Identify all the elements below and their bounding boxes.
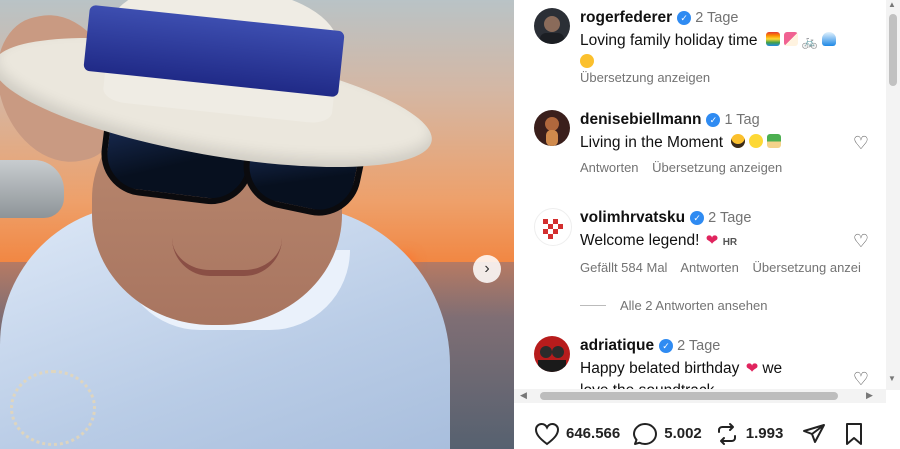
rainbow-flag-emoji: [765, 32, 780, 46]
view-replies-label: Alle 2 Antworten ansehen: [620, 298, 768, 313]
username[interactable]: adriatique: [580, 337, 654, 354]
sunglasses-emoji: [731, 134, 746, 148]
scroll-down-arrow-icon[interactable]: ▼: [888, 374, 896, 383]
like-button[interactable]: 646.566: [534, 422, 620, 446]
avatar[interactable]: [534, 8, 570, 44]
likes-count[interactable]: Gefällt 584 Mal: [580, 260, 667, 275]
likes-count: 646.566: [566, 425, 621, 442]
timestamp[interactable]: 2 Tage: [695, 10, 738, 26]
comment-bubble-icon: [633, 422, 658, 445]
chevron-right-icon: ›: [484, 260, 490, 277]
username[interactable]: rogerfederer: [580, 9, 672, 26]
like-comment-heart-icon[interactable]: ♡: [852, 134, 870, 152]
reposts-count: 1.993: [745, 425, 784, 442]
comments-panel: rogerfederer ✓ 2 Tage Loving family holida…: [514, 0, 900, 449]
comment-text: Welcome legend!: [580, 232, 700, 249]
avatar[interactable]: [534, 208, 572, 246]
view-replies-link[interactable]: Alle 2 Antworten ansehen: [580, 298, 767, 313]
reply-link[interactable]: Antworten: [580, 160, 639, 175]
timestamp[interactable]: 2 Tage: [708, 210, 751, 226]
sun-emoji: [749, 134, 764, 148]
scroll-left-arrow-icon[interactable]: ◀: [520, 390, 527, 401]
verified-badge-icon: ✓: [706, 113, 721, 127]
heart-icon: [534, 422, 560, 445]
next-image-button[interactable]: ›: [473, 255, 501, 283]
timestamp[interactable]: 2 Tage: [677, 338, 720, 354]
username[interactable]: denisebiellmann: [580, 111, 701, 128]
bookmark-icon: [846, 422, 863, 445]
comment-text: Happy belated birthday: [580, 360, 740, 377]
horizontal-scroll-thumb[interactable]: [540, 392, 838, 400]
comment-button[interactable]: 5.002: [632, 422, 702, 446]
divider: [580, 305, 606, 306]
like-comment-heart-icon[interactable]: ♡: [852, 232, 870, 250]
verified-badge-icon: ✓: [677, 11, 692, 25]
comments-count: 5.002: [664, 425, 702, 442]
avatar[interactable]: [534, 110, 570, 146]
comment-text: Loving family holiday time: [580, 32, 758, 49]
translate-link[interactable]: Übersetzung anzei: [753, 260, 861, 275]
heart-emoji: ❤: [705, 232, 719, 249]
translate-link[interactable]: Übersetzung anzeigen: [580, 70, 710, 85]
repost-button[interactable]: 1.993: [714, 422, 784, 446]
heart-emoji: ❤: [745, 360, 759, 377]
horizontal-scrollbar[interactable]: ◀ ▶: [514, 389, 886, 403]
comment-text-suffix: we: [762, 360, 783, 377]
bicycle-emoji: 🚲: [801, 34, 818, 49]
timestamp[interactable]: 1 Tag: [724, 112, 759, 128]
beach-umbrella-emoji: [783, 32, 798, 46]
send-paper-plane-icon: [803, 423, 826, 443]
repost-icon: [717, 422, 736, 445]
verified-badge-icon: ✓: [659, 339, 674, 353]
verified-badge-icon: ✓: [690, 211, 705, 225]
like-comment-heart-icon[interactable]: ♡: [852, 370, 870, 388]
vertical-scrollbar[interactable]: ▲ ▼: [886, 0, 900, 390]
sun-emoji: [580, 54, 594, 68]
palm-island-emoji: [767, 134, 782, 148]
reply-link[interactable]: Antworten: [680, 260, 739, 275]
boat-hull: [0, 160, 64, 218]
save-button[interactable]: [843, 422, 865, 446]
post-photo[interactable]: ›: [0, 0, 514, 449]
croatia-flag-emoji: HR: [722, 237, 738, 248]
shirt-embroidery: [10, 370, 96, 446]
wave-emoji: [821, 32, 836, 46]
scroll-up-arrow-icon[interactable]: ▲: [888, 0, 896, 9]
post-actions-bar: 646.566 5.002 1.993: [514, 418, 900, 449]
vertical-scroll-thumb[interactable]: [889, 14, 897, 86]
username[interactable]: volimhrvatsku: [580, 209, 685, 226]
comment-text: Living in the Moment: [580, 134, 724, 151]
share-button[interactable]: [801, 422, 827, 446]
avatar[interactable]: [534, 336, 570, 372]
scroll-right-arrow-icon[interactable]: ▶: [866, 390, 873, 401]
translate-link[interactable]: Übersetzung anzeigen: [652, 160, 782, 175]
comments-scroll-area[interactable]: rogerfederer ✓ 2 Tage Loving family holida…: [514, 0, 886, 390]
